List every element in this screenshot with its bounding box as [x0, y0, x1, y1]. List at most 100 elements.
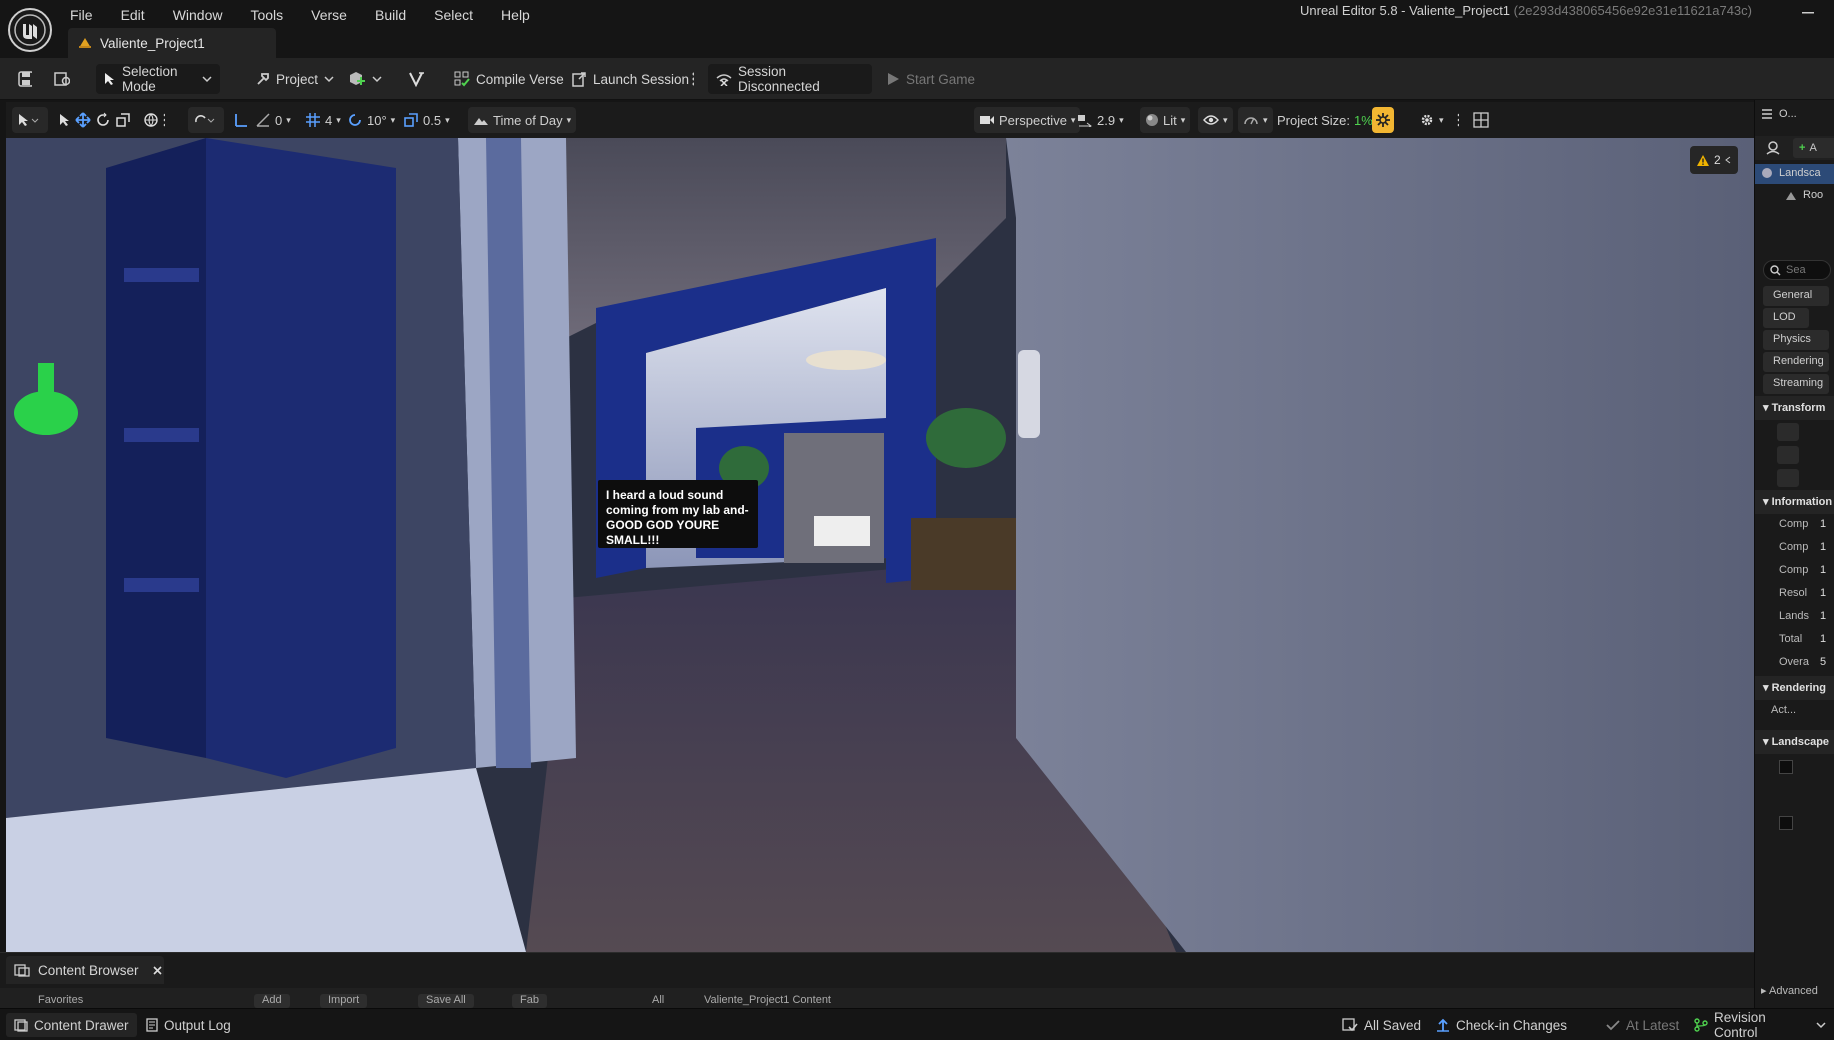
filter-lod[interactable]: LOD — [1763, 308, 1809, 328]
collapse-icon: ▾ — [1763, 682, 1772, 694]
section-landscape[interactable]: ▾ Landscape — [1755, 730, 1834, 754]
landscape-checkbox-1[interactable] — [1779, 760, 1793, 774]
outliner-row-landscape[interactable]: Landsca — [1755, 164, 1834, 184]
viewport-menu-icon[interactable] — [1452, 107, 1464, 133]
content-drawer-label: Content Drawer — [34, 1017, 129, 1033]
select-mode-icon[interactable] — [12, 107, 48, 133]
add-button[interactable]: Add — [254, 994, 290, 1008]
selection-mode-dropdown[interactable]: Selection Mode — [96, 64, 220, 94]
cursor-tool-icon[interactable] — [57, 113, 71, 127]
import-button[interactable]: Import — [320, 994, 368, 1008]
verse-icon[interactable] — [400, 64, 434, 94]
launch-session-button[interactable]: Launch Session — [563, 64, 697, 94]
menu-help[interactable]: Help — [499, 6, 542, 24]
rotation-dropdown[interactable] — [1777, 446, 1799, 464]
compile-verse-button[interactable]: Compile Verse — [446, 64, 572, 94]
section-transform-label: Transform — [1771, 402, 1826, 414]
outliner-title: O... — [1779, 108, 1797, 120]
actor-filter-icon[interactable] — [1765, 140, 1781, 156]
landscape-checkbox-2[interactable] — [1779, 816, 1793, 830]
filter-streaming[interactable]: Streaming — [1763, 374, 1829, 394]
warning-badge[interactable]: 2 — [1690, 146, 1738, 174]
outliner-row-child[interactable]: Roo — [1755, 186, 1834, 206]
rotation-snap-toggle[interactable]: 10° ▾ — [342, 107, 400, 133]
content-browser-icon — [14, 963, 30, 977]
favorites-header[interactable]: Favorites — [30, 994, 91, 1008]
menu-bar: File Edit Window Tools Verse Build Selec… — [68, 6, 556, 24]
path-root[interactable]: All — [644, 994, 672, 1008]
menu-edit[interactable]: Edit — [119, 6, 157, 24]
revision-control-dropdown[interactable]: Revision Control — [1686, 1010, 1834, 1040]
layout-icon[interactable] — [1468, 107, 1494, 133]
advanced-toggle[interactable]: ▸ Advanced — [1761, 984, 1834, 997]
filter-general[interactable]: General — [1763, 286, 1829, 306]
section-rendering[interactable]: ▾ Rendering — [1755, 676, 1834, 700]
output-log-button[interactable]: Output Log — [138, 1013, 239, 1037]
menu-build[interactable]: Build — [373, 6, 418, 24]
save-all-button[interactable]: Save All — [418, 994, 474, 1008]
move-tool-icon[interactable] — [75, 112, 91, 128]
menu-tools[interactable]: Tools — [248, 6, 295, 24]
section-information[interactable]: ▾ Information — [1755, 490, 1834, 514]
scale-tool-icon[interactable] — [115, 112, 131, 128]
content-browser-tab[interactable]: Content Browser — [6, 956, 164, 984]
save-icon[interactable] — [10, 64, 40, 94]
check-in-button[interactable]: Check-in Changes — [1428, 1013, 1575, 1037]
filter-rendering[interactable]: Rendering — [1763, 352, 1829, 372]
project-size-indicator[interactable]: Project Size: 1% — [1272, 107, 1378, 133]
menu-select[interactable]: Select — [432, 6, 485, 24]
rotation-snap-value: 10° — [367, 112, 387, 128]
unreal-logo-icon[interactable] — [8, 8, 52, 52]
eye-icon — [1203, 114, 1219, 126]
add-content-dropdown[interactable] — [340, 64, 390, 94]
scale-lock-icon[interactable] — [1777, 469, 1799, 487]
details-search-input[interactable]: Sea — [1763, 260, 1831, 280]
perspective-dropdown[interactable]: Perspective ▾ — [974, 107, 1081, 133]
path-content[interactable]: Valiente_Project1 Content — [696, 994, 839, 1008]
filter-physics[interactable]: Physics — [1763, 330, 1829, 350]
status-more-icon[interactable] — [1574, 1013, 1590, 1037]
section-transform[interactable]: ▾ Transform — [1755, 396, 1834, 420]
session-status[interactable]: Session Disconnected — [708, 64, 872, 94]
menu-file[interactable]: File — [68, 6, 105, 24]
location-dropdown[interactable] — [1777, 423, 1799, 441]
project-size-label: Project Size: — [1277, 112, 1350, 128]
grid-size-value: 4 — [325, 112, 333, 128]
project-dropdown[interactable]: Project — [248, 64, 342, 94]
menu-verse[interactable]: Verse — [309, 6, 359, 24]
rotation-grid-toggle[interactable]: 0 ▾ — [250, 107, 296, 133]
content-drawer-button[interactable]: Content Drawer — [6, 1013, 137, 1037]
project-tab[interactable]: Valiente_Project1 — [68, 28, 276, 58]
add-actor-button[interactable]: + A — [1793, 138, 1834, 158]
rotate-tool-icon[interactable] — [95, 112, 111, 128]
minimize-icon[interactable] — [1798, 4, 1818, 20]
camera-speed-dropdown[interactable]: 2.9 ▾ — [1072, 107, 1129, 133]
snap-surface-icon[interactable] — [188, 107, 224, 133]
viewport-settings-dropdown[interactable]: ▾ — [1414, 107, 1449, 133]
show-flags-dropdown[interactable]: ▾ — [1198, 107, 1233, 133]
lit-mode-dropdown[interactable]: Lit ▾ — [1140, 107, 1191, 133]
realtime-toggle-icon[interactable] — [1372, 107, 1394, 133]
scale-snap-toggle[interactable]: 0.5 ▾ — [398, 107, 455, 133]
launch-session-label: Launch Session — [593, 71, 690, 87]
info-value: 1 — [1820, 610, 1827, 622]
level-viewport[interactable]: I heard a loud sound coming from my lab … — [6, 138, 1754, 952]
info-value: 1 — [1820, 518, 1827, 530]
scale-snap-icon — [403, 112, 419, 128]
more-options-icon[interactable] — [684, 64, 702, 94]
all-saved-status[interactable]: All Saved — [1334, 1013, 1429, 1037]
chevron-down-icon — [1816, 1021, 1826, 1029]
speech-line-3: GOOD GOD YOURE SMALL!!! — [606, 518, 720, 547]
fab-button[interactable]: Fab — [512, 994, 547, 1008]
level-icon — [78, 37, 92, 49]
at-latest-status[interactable]: At Latest — [1598, 1013, 1687, 1037]
performance-dropdown[interactable]: ▾ — [1238, 107, 1273, 133]
time-of-day-dropdown[interactable]: Time of Day ▾ — [468, 107, 577, 133]
menu-window[interactable]: Window — [171, 6, 235, 24]
start-game-button[interactable]: Start Game — [878, 64, 983, 94]
project-tab-label: Valiente_Project1 — [100, 35, 205, 51]
close-icon[interactable] — [152, 965, 162, 975]
browse-icon[interactable] — [46, 64, 78, 94]
viewport-more-icon[interactable] — [158, 107, 170, 133]
grid-snap-toggle[interactable]: 4 ▾ — [300, 107, 346, 133]
